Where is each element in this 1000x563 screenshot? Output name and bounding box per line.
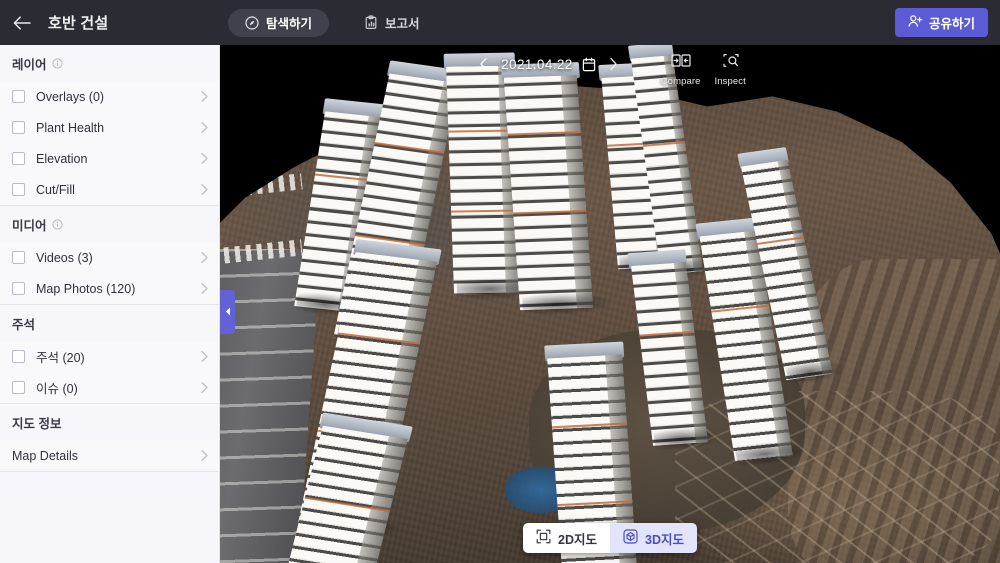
date-navigator: 2021.04.22 <box>474 53 623 75</box>
chevron-right-icon[interactable] <box>200 381 209 394</box>
section-title-map-info: 지도 정보 <box>12 416 62 431</box>
building-shadow <box>522 291 614 317</box>
chevron-right-icon[interactable] <box>200 90 209 103</box>
walking-paths <box>674 390 1000 563</box>
section-header-annotations: 주석 <box>0 305 219 341</box>
compare-panels-icon <box>671 53 691 75</box>
tab-explore-label: 탐색하기 <box>266 17 313 31</box>
inspect-tool-button[interactable]: Inspect <box>715 53 746 87</box>
chevron-right-icon[interactable] <box>200 282 209 295</box>
annotation-label-annotations: 주석 (20) <box>36 351 85 365</box>
checkbox-videos[interactable] <box>12 251 25 264</box>
checkbox-issues[interactable] <box>12 381 25 394</box>
layer-row-plant-health[interactable]: Plant Health <box>0 112 219 143</box>
page-title: 호반 건설 <box>48 15 109 32</box>
view-mode-toggle: 2D지도 3D지도 <box>523 523 697 553</box>
layer-label-elevation: Elevation <box>36 151 88 166</box>
media-row-videos[interactable]: Videos (3) <box>0 242 219 273</box>
share-button-label: 공유하기 <box>928 17 975 31</box>
view-mode-2d-button[interactable]: 2D지도 <box>523 523 610 553</box>
view-mode-2d-label: 2D지도 <box>558 532 597 547</box>
tab-explore[interactable]: 탐색하기 <box>228 8 330 37</box>
checkbox-annotations[interactable] <box>12 350 25 363</box>
sidebar: 레이어 Overlays (0) Plant Health Elevation … <box>0 45 220 563</box>
sidebar-spacer <box>0 472 219 563</box>
annotation-row-issues[interactable]: 이슈 (0) <box>0 372 219 403</box>
tab-report-label: 보고서 <box>385 17 420 31</box>
compare-tool-label: Compare <box>660 76 701 87</box>
person-add-icon <box>908 14 923 31</box>
media-label-map-photos: Map Photos (120) <box>36 281 136 296</box>
compass-icon <box>245 15 259 30</box>
annotation-row-annotations[interactable]: 주석 (20) <box>0 341 219 372</box>
map-info-row-map-details[interactable]: Map Details <box>0 440 219 471</box>
layer-label-overlays: Overlays (0) <box>36 89 105 104</box>
sidebar-collapse-handle[interactable] <box>220 290 235 334</box>
map-date-label: 2021.04.22 <box>501 56 573 72</box>
nav-tabs: 탐색하기 보고서 <box>228 0 437 45</box>
layer-row-cut-fill[interactable]: Cut/Fill <box>0 174 219 205</box>
section-title-layers: 레이어 <box>12 57 47 72</box>
calendar-icon[interactable] <box>582 57 596 72</box>
body-row: 레이어 Overlays (0) Plant Health Elevation … <box>0 45 1000 563</box>
inspect-magnifier-icon <box>720 53 740 75</box>
view-mode-3d-button[interactable]: 3D지도 <box>610 523 697 553</box>
triangle-left-icon <box>225 303 231 321</box>
chevron-right-icon[interactable] <box>200 183 209 196</box>
app-root: 호반 건설 탐색하기 보고서 공유하기 레이어 Overlays (0) Pla… <box>0 0 1000 563</box>
map-info-label-map-details: Map Details <box>12 448 78 463</box>
share-button[interactable]: 공유하기 <box>894 8 988 37</box>
inspect-tool-label: Inspect <box>714 76 746 87</box>
section-header-map-info: 지도 정보 <box>0 404 219 440</box>
back-button[interactable] <box>0 0 44 45</box>
building-shadow <box>653 425 723 452</box>
map-3d-scene[interactable] <box>220 45 1000 563</box>
checkbox-overlays[interactable] <box>12 90 25 103</box>
layer-label-cut-fill: Cut/Fill <box>36 182 75 197</box>
frame-square-icon <box>536 529 551 547</box>
map-tool-group: Compare Inspect <box>661 53 746 87</box>
media-row-map-photos[interactable]: Map Photos (120) <box>0 273 219 304</box>
annotation-label-issues: 이슈 (0) <box>36 382 78 396</box>
report-clipboard-icon <box>364 15 378 30</box>
checkbox-elevation[interactable] <box>12 152 25 165</box>
chevron-right-icon[interactable] <box>200 350 209 363</box>
chevron-right-icon[interactable] <box>200 449 209 462</box>
arrow-left-icon <box>13 15 31 30</box>
map-viewport[interactable]: 2021.04.22 Compare Inspect 2D지도 3D지도 <box>220 45 1000 563</box>
compare-tool-button[interactable]: Compare <box>661 53 701 87</box>
info-icon[interactable] <box>51 218 63 230</box>
checkbox-plant-health[interactable] <box>12 121 25 134</box>
layer-label-plant-health: Plant Health <box>36 120 105 135</box>
checkbox-cut-fill[interactable] <box>12 183 25 196</box>
layer-row-overlays[interactable]: Overlays (0) <box>0 81 219 112</box>
tab-report[interactable]: 보고서 <box>347 9 437 37</box>
view-mode-3d-label: 3D지도 <box>645 532 684 547</box>
media-label-videos: Videos (3) <box>36 250 93 265</box>
checkbox-map-photos[interactable] <box>12 282 25 295</box>
layer-row-elevation[interactable]: Elevation <box>0 143 219 174</box>
chevron-right-icon[interactable] <box>200 251 209 264</box>
chevron-right-icon[interactable] <box>200 152 209 165</box>
chevron-right-icon[interactable] <box>200 121 209 134</box>
section-title-annotations: 주석 <box>12 317 36 332</box>
cube-icon <box>623 529 638 547</box>
section-header-media: 미디어 <box>0 206 219 242</box>
section-header-layers: 레이어 <box>0 45 219 81</box>
date-next-button[interactable] <box>605 53 623 75</box>
date-prev-button[interactable] <box>474 53 492 75</box>
top-bar: 호반 건설 탐색하기 보고서 공유하기 <box>0 0 1000 45</box>
info-icon[interactable] <box>51 57 63 69</box>
section-title-media: 미디어 <box>12 218 47 233</box>
